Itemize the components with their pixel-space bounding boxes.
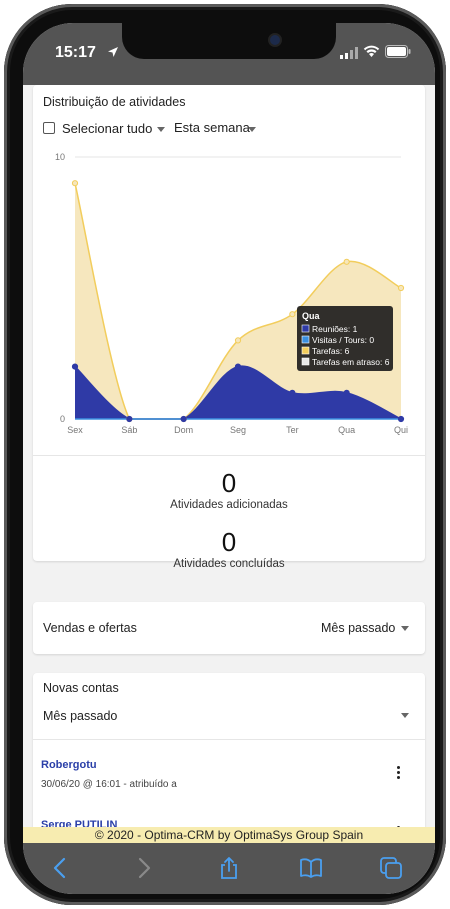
data-point[interactable] — [126, 415, 133, 423]
status-bar: 15:17 — [23, 23, 435, 85]
accounts-period-dropdown[interactable]: Mês passado — [43, 709, 117, 723]
back-icon[interactable] — [49, 856, 73, 880]
bookmarks-icon[interactable] — [299, 856, 323, 880]
data-point[interactable] — [71, 180, 79, 187]
x-tick-label: Sex — [67, 425, 83, 435]
tooltip-line: Tarefas em atraso: 6 — [312, 357, 390, 367]
notch — [122, 23, 336, 59]
chevron-down-icon[interactable] — [157, 127, 165, 132]
y-tick-label: 10 — [55, 152, 65, 162]
divider — [33, 739, 425, 740]
signal-icon — [340, 47, 358, 59]
data-point[interactable] — [397, 415, 405, 423]
data-point[interactable] — [234, 363, 242, 370]
tooltip-line: Tarefas: 6 — [312, 346, 350, 356]
sales-card[interactable]: Vendas e ofertas Mês passado — [33, 602, 425, 654]
activities-title: Distribuição de atividades — [43, 95, 186, 109]
data-point[interactable] — [180, 415, 187, 423]
phone-frame: 15:17 Distribuição de atividades Selecio… — [4, 4, 446, 905]
data-point[interactable] — [289, 311, 296, 318]
x-tick-label: Qua — [338, 425, 355, 435]
footer-banner: © 2020 - Optima-CRM by OptimaSys Group S… — [23, 827, 435, 843]
account-meta: 30/06/20 @ 16:01 - atribuído a — [41, 779, 177, 790]
status-time: 15:17 — [55, 44, 96, 61]
x-tick-label: Qui — [394, 425, 408, 435]
x-tick-label: Dom — [174, 425, 193, 435]
camera-icon — [270, 35, 280, 45]
data-point[interactable] — [343, 389, 350, 396]
divider — [33, 455, 425, 456]
select-all-label[interactable]: Selecionar tudo — [62, 121, 152, 136]
new-accounts-title: Novas contas — [43, 681, 119, 695]
activities-done-count: 0 — [221, 527, 237, 557]
battery-icon — [385, 45, 411, 58]
chevron-down-icon[interactable] — [401, 626, 409, 631]
data-point[interactable] — [289, 389, 296, 396]
activities-card: Distribuição de atividades Selecionar tu… — [33, 85, 425, 570]
x-tick-label: Seg — [230, 425, 246, 435]
tooltip-swatch — [301, 324, 310, 333]
activities-area-chart[interactable]: Sex Sáb Dom Seg Ter Qua Qui 0 10 Qua Reuniões: … — [33, 147, 425, 435]
data-point[interactable] — [71, 363, 79, 370]
tabs-icon[interactable] — [379, 856, 403, 880]
tooltip-swatch — [301, 346, 310, 355]
more-options-icon[interactable] — [397, 766, 401, 782]
activities-done-label: Atividades concluídas — [173, 558, 285, 570]
sales-label: Vendas e ofertas — [43, 621, 137, 635]
select-all-checkbox[interactable] — [43, 122, 55, 134]
period-dropdown[interactable]: Esta semana — [174, 120, 250, 135]
data-point[interactable] — [343, 258, 350, 265]
browser-toolbar — [23, 843, 435, 894]
data-point[interactable] — [234, 337, 242, 344]
chevron-down-icon[interactable] — [248, 127, 256, 132]
sales-period-dropdown[interactable]: Mês passado — [321, 621, 395, 635]
wifi-icon — [363, 45, 380, 57]
page-content: Distribuição de atividades Selecionar tu… — [23, 85, 435, 827]
y-tick-label: 0 — [60, 414, 65, 424]
location-arrow-icon — [108, 47, 118, 57]
new-accounts-card: Novas contas Mês passado Robergotu 30/06… — [33, 673, 425, 827]
data-point[interactable] — [397, 284, 405, 292]
chart-tooltip: Qua Reuniões: 1Visitas / Tours: 0Tarefas… — [297, 306, 393, 371]
forward-icon[interactable] — [131, 856, 155, 880]
tooltip-swatch — [301, 357, 310, 366]
account-name[interactable]: Serge PUTILIN — [41, 819, 117, 827]
chevron-down-icon[interactable] — [401, 713, 409, 718]
activities-added-label: Atividades adicionadas — [170, 499, 288, 511]
tooltip-title: Qua — [302, 311, 320, 321]
activities-added-count: 0 — [221, 468, 237, 498]
account-name[interactable]: Robergotu — [41, 759, 97, 771]
x-tick-label: Sáb — [121, 425, 137, 435]
tooltip-line: Reuniões: 1 — [312, 324, 358, 334]
phone-screen: 15:17 Distribuição de atividades Selecio… — [23, 23, 435, 894]
x-tick-label: Ter — [286, 425, 299, 435]
share-icon[interactable] — [217, 856, 241, 880]
tooltip-line: Visitas / Tours: 0 — [312, 335, 374, 345]
tooltip-swatch — [301, 335, 310, 344]
